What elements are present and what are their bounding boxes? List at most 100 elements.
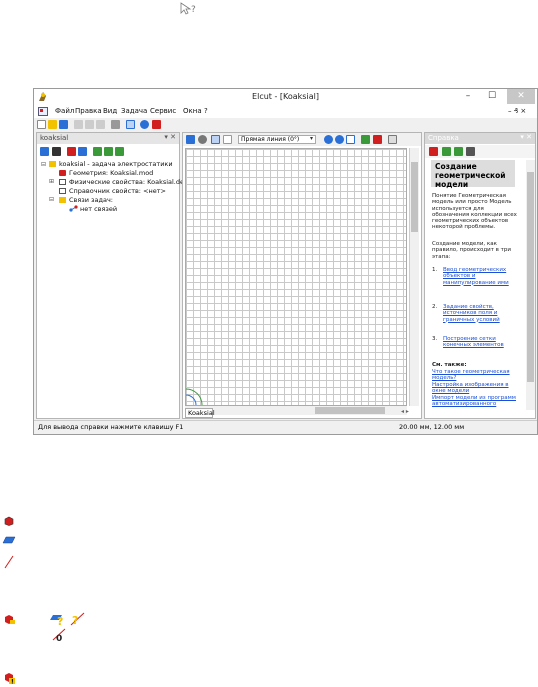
tree-view-icon[interactable] bbox=[40, 147, 49, 156]
help-link-see-also-3[interactable]: Импорт модели из программ автоматизирова… bbox=[432, 395, 522, 408]
mesh-icon[interactable] bbox=[198, 135, 207, 144]
status-bar: Для вывода справки нажмите клавишу F1 20… bbox=[34, 420, 537, 433]
help-cursor-icon: ? bbox=[180, 2, 196, 15]
zoom-out-icon[interactable] bbox=[335, 135, 344, 144]
help-scrollbar[interactable] bbox=[526, 160, 535, 410]
save-problem-icon[interactable] bbox=[52, 147, 61, 156]
help-panel: Справка ▾ ✕ Создание геометрической моде… bbox=[424, 132, 536, 419]
menu-windows[interactable]: Окна bbox=[183, 107, 202, 115]
step-number: 3. bbox=[432, 336, 438, 342]
solve-icon[interactable] bbox=[67, 147, 76, 156]
help-toolbar-icon[interactable] bbox=[140, 120, 149, 129]
help-panel-close-icon[interactable]: ▾ ✕ bbox=[520, 133, 532, 141]
coordinate-arc-icon bbox=[186, 388, 203, 405]
titlebar: Elcut - [Koaksial] – ☐ ✕ bbox=[34, 89, 537, 105]
minimize-button[interactable]: – bbox=[457, 89, 479, 104]
problem-tree-panel: koaksial ▾ ✕ ⊟ koaksial - задача электро… bbox=[36, 132, 187, 419]
step-number: 2. bbox=[432, 304, 438, 310]
tree-expand-icon[interactable]: ⊞ bbox=[49, 178, 54, 185]
tree-item-geometry[interactable]: Геометрия: Koaksial.mod bbox=[69, 169, 153, 177]
results-icon[interactable] bbox=[78, 147, 87, 156]
paste-icon[interactable] bbox=[96, 120, 105, 129]
line-type-select[interactable]: Прямая линия (0°) bbox=[238, 135, 316, 144]
tree-item-physics[interactable]: Физические свойства: Koaksial.des bbox=[69, 178, 187, 186]
svg-text:0: 0 bbox=[56, 634, 62, 642]
cursor-coordinates: 20.00 мм, 12.00 мм bbox=[399, 423, 465, 431]
menu-service[interactable]: Сервис bbox=[150, 107, 176, 115]
editor-horizontal-scrollbar[interactable] bbox=[185, 406, 407, 415]
new-file-icon[interactable] bbox=[37, 120, 46, 129]
tree-item-links[interactable]: Связи задач: bbox=[69, 196, 113, 204]
editor-vertical-scroll-thumb[interactable] bbox=[411, 162, 418, 232]
line-question-icon: ? bbox=[70, 612, 85, 626]
copy-view-icon[interactable] bbox=[388, 135, 397, 144]
help-link-see-also-2[interactable]: Настройка изображения в окне модели bbox=[432, 382, 522, 395]
app-window: Elcut - [Koaksial] – ☐ ✕ Файл Правка Вид… bbox=[33, 88, 538, 435]
help-paragraph-1: Понятие Геометрическая модель или просто… bbox=[432, 193, 517, 231]
maximize-button[interactable]: ☐ bbox=[481, 89, 503, 104]
print-help-icon[interactable] bbox=[466, 147, 475, 156]
model-grid-canvas[interactable] bbox=[185, 148, 407, 406]
select-mode-icon[interactable] bbox=[211, 135, 220, 144]
add-link-icon[interactable] bbox=[104, 147, 113, 156]
help-link-see-also-1[interactable]: Что такое геометрическая модель? bbox=[432, 369, 522, 382]
view-mode-icon[interactable] bbox=[126, 120, 135, 129]
tree-item-library[interactable]: Справочник свойств: <нет> bbox=[69, 187, 166, 195]
tree-collapse-icon[interactable]: ⊟ bbox=[41, 161, 46, 168]
help-link-step-3[interactable]: Построение сетки конечных элементов bbox=[443, 336, 521, 349]
menu-view[interactable]: Вид bbox=[103, 107, 117, 115]
folder-icon bbox=[49, 161, 56, 167]
copy-icon[interactable] bbox=[85, 120, 94, 129]
help-scroll-thumb[interactable] bbox=[527, 172, 534, 382]
left-panel-close-icon[interactable]: ▾ ✕ bbox=[164, 133, 176, 141]
tree-item-problem[interactable]: koaksial - задача электростатики bbox=[59, 160, 173, 168]
close-button[interactable]: ✕ bbox=[507, 89, 535, 104]
help-link-step-2[interactable]: Задание свойств, источников поля и грани… bbox=[443, 304, 521, 323]
menu-help[interactable]: ? bbox=[204, 107, 208, 115]
refresh-icon[interactable] bbox=[115, 147, 124, 156]
print-icon[interactable] bbox=[111, 120, 120, 129]
insert-mode-icon[interactable] bbox=[223, 135, 232, 144]
home-icon[interactable] bbox=[429, 147, 438, 156]
model-editor-panel: Прямая линия (0°) ▾ Koaksial ◂ ▸ bbox=[182, 132, 422, 419]
library-table-icon bbox=[59, 188, 66, 194]
help-panel-header: Справка ▾ ✕ bbox=[425, 133, 535, 144]
back-arrow-icon[interactable] bbox=[442, 147, 451, 156]
help-link-step-1[interactable]: Ввод геометрических объектов и манипулир… bbox=[443, 267, 521, 286]
zoom-in-icon[interactable] bbox=[324, 135, 333, 144]
svg-text:?: ? bbox=[191, 5, 196, 15]
menu-edit[interactable]: Правка bbox=[75, 107, 102, 115]
tab-koaksial[interactable]: Koaksial bbox=[185, 408, 215, 418]
red-cube-edit-icon bbox=[5, 615, 15, 624]
tree-collapse-links-icon[interactable]: ⊟ bbox=[49, 196, 54, 203]
menubar: Файл Правка Вид Задача Сервис Окна ? – ₰… bbox=[34, 105, 537, 118]
svg-text:?: ? bbox=[57, 615, 63, 626]
status-hint: Для вывода справки нажмите клавишу F1 bbox=[38, 423, 184, 431]
editor-vertical-scrollbar[interactable] bbox=[409, 148, 419, 406]
forward-arrow-icon[interactable] bbox=[454, 147, 463, 156]
editor-horizontal-scroll-thumb[interactable] bbox=[315, 407, 385, 414]
menu-file[interactable]: Файл bbox=[55, 107, 74, 115]
line-type-dropdown-icon[interactable]: ▾ bbox=[310, 135, 313, 142]
blue-plane-question-icon: ? bbox=[50, 615, 63, 626]
svg-text:!: ! bbox=[11, 679, 14, 686]
cut-icon[interactable] bbox=[74, 120, 83, 129]
table-icon bbox=[59, 179, 66, 185]
tab-scroll-arrows-icon[interactable]: ◂ ▸ bbox=[401, 408, 409, 415]
tree-item-no-links[interactable]: нет связей bbox=[80, 205, 117, 213]
help-panel-title: Справка bbox=[428, 134, 459, 142]
build-mesh-icon[interactable] bbox=[361, 135, 370, 144]
left-panel-title: koaksial bbox=[40, 134, 69, 142]
red-cube-icon bbox=[4, 516, 14, 526]
properties-icon[interactable] bbox=[93, 147, 102, 156]
menu-task[interactable]: Задача bbox=[121, 107, 147, 115]
document-icon bbox=[38, 107, 48, 116]
save-icon[interactable] bbox=[59, 120, 68, 129]
delete-mesh-icon[interactable] bbox=[373, 135, 382, 144]
window-icon[interactable] bbox=[186, 135, 195, 144]
open-folder-icon[interactable] bbox=[48, 120, 57, 129]
context-help-icon[interactable] bbox=[152, 120, 161, 129]
mdi-controls[interactable]: – ₰ × bbox=[508, 107, 526, 115]
step-number: 1. bbox=[432, 267, 438, 273]
zoom-fit-icon[interactable] bbox=[346, 135, 355, 144]
